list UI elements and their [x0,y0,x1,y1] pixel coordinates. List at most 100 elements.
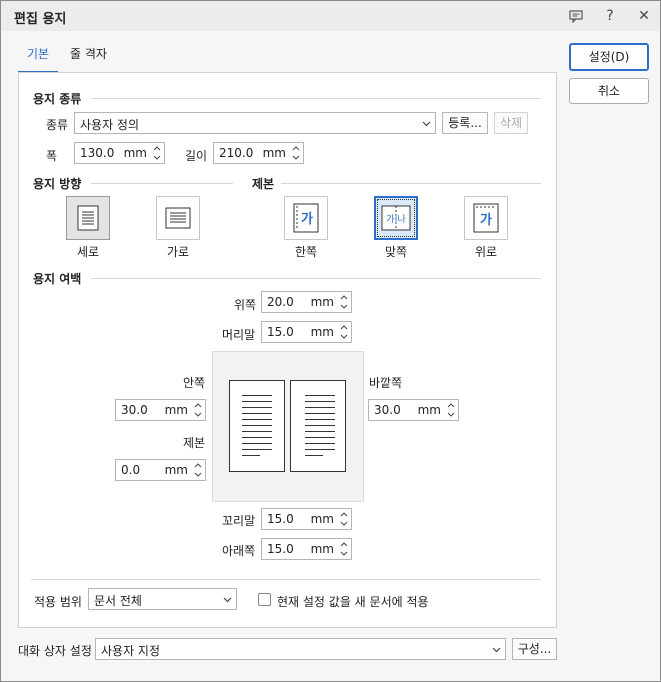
chat-icon[interactable] [566,6,586,26]
portrait-option[interactable] [66,196,110,240]
binding-single-label: 한쪽 [294,245,318,259]
orientation-section-title: 용지 방향 [33,177,82,191]
binding-facing-label: 맞쪽 [384,245,408,259]
inside-margin-value: 30.0 [121,403,148,417]
binding-section-title: 제본 [252,177,275,191]
arrow-up-icon[interactable] [445,401,457,410]
landscape-label: 가로 [166,245,190,259]
unit-label: mm [164,463,188,477]
header-margin-label: 머리말 [222,328,256,342]
binding-facing-option[interactable]: 가|나 [374,196,418,240]
cancel-button[interactable]: 취소 [569,78,649,104]
unit-label: mm [164,403,188,417]
arrow-up-icon[interactable] [338,323,350,332]
height-stepper[interactable]: 210.0 mm [213,142,304,164]
arrow-down-icon[interactable] [290,153,302,162]
footer-margin-stepper[interactable]: 15.0 mm [261,508,352,530]
title-bar: 편집 용지 ? ✕ [1,1,660,31]
register-button[interactable]: 등록... [442,112,488,134]
width-stepper[interactable]: 130.0 mm [74,142,165,164]
arrow-down-icon[interactable] [192,410,204,419]
top-margin-label: 위쪽 [234,298,257,312]
paper-type-select[interactable]: 사용자 정의 [74,112,436,134]
footer-margin-value: 15.0 [267,512,294,526]
ok-button[interactable]: 설정(D) [569,43,649,71]
arrow-up-icon[interactable] [290,144,302,153]
binding-single-option[interactable]: 가 [284,196,328,240]
outside-margin-label: 바깥쪽 [369,376,403,390]
header-margin-stepper[interactable]: 15.0 mm [261,321,352,343]
edit-paper-dialog: 편집 용지 ? ✕ 기본 줄 격자 설정(D) 취소 용지 종류 종류 사용자 … [0,0,661,682]
configure-button[interactable]: 구성... [512,638,557,660]
left-page-preview [229,380,285,472]
gutter-margin-stepper[interactable]: 0.0 mm [115,459,206,481]
arrow-up-icon[interactable] [338,510,350,519]
apply-to-new-docs-label: 현재 설정 값을 새 문서에 적용 [277,595,429,609]
unit-label: mm [310,512,334,526]
section-divider [91,278,541,279]
binding-glyph: 가 [301,212,313,227]
facing-pages-preview [212,351,364,502]
arrow-down-icon[interactable] [338,549,350,558]
facing-glyph: 가|나 [386,214,406,225]
top-margin-stepper[interactable]: 20.0 mm [261,291,352,313]
arrow-up-icon[interactable] [151,144,163,153]
apply-to-new-docs-checkbox[interactable] [258,593,271,606]
gutter-margin-label: 제본 [183,436,206,450]
arrow-down-icon[interactable] [445,410,457,419]
help-icon[interactable]: ? [600,6,620,26]
arrow-down-icon[interactable] [192,470,204,479]
dialog-setting-value: 사용자 지정 [101,644,161,658]
width-label: 폭 [46,149,58,163]
top-margin-value: 20.0 [267,295,294,309]
outside-margin-stepper[interactable]: 30.0 mm [368,399,459,421]
footer-margin-label: 꼬리말 [222,514,256,528]
gutter-margin-value: 0.0 [121,463,141,477]
bottom-margin-label: 아래쪽 [222,544,256,558]
section-divider [91,183,233,184]
paper-type-label: 종류 [46,118,69,132]
arrow-down-icon[interactable] [151,153,163,162]
close-icon[interactable]: ✕ [634,6,654,26]
delete-button[interactable]: 삭제 [494,112,528,134]
height-label: 길이 [185,149,208,163]
apply-scope-label: 적용 범위 [34,595,82,609]
binding-glyph: 가 [480,213,492,228]
arrow-up-icon[interactable] [192,461,204,470]
portrait-label: 세로 [76,245,100,259]
paper-type-section-title: 용지 종류 [33,92,82,106]
right-page-preview [290,380,346,472]
chevron-down-icon [422,117,431,127]
unit-label: mm [262,146,286,160]
section-divider [31,579,541,580]
outside-margin-value: 30.0 [374,403,401,417]
height-value: 210.0 [219,146,254,160]
unit-label: mm [123,146,147,160]
arrow-up-icon[interactable] [192,401,204,410]
tab-basic[interactable]: 기본 [18,43,58,73]
section-divider [91,98,541,99]
binding-top-label: 위로 [474,245,498,259]
arrow-down-icon[interactable] [338,519,350,528]
unit-label: mm [310,295,334,309]
binding-top-option[interactable]: 가 [464,196,508,240]
apply-scope-select[interactable]: 문서 전체 [88,588,237,610]
inside-margin-label: 안쪽 [183,376,206,390]
arrow-up-icon[interactable] [338,540,350,549]
unit-label: mm [310,325,334,339]
unit-label: mm [310,542,334,556]
dialog-setting-select[interactable]: 사용자 지정 [95,638,506,660]
dialog-title: 편집 용지 [14,12,67,27]
width-value: 130.0 [80,146,115,160]
bottom-margin-stepper[interactable]: 15.0 mm [261,538,352,560]
dialog-setting-label: 대화 상자 설정 [18,644,92,658]
arrow-down-icon[interactable] [338,332,350,341]
landscape-option[interactable] [156,196,200,240]
arrow-down-icon[interactable] [338,302,350,311]
header-margin-value: 15.0 [267,325,294,339]
arrow-up-icon[interactable] [338,293,350,302]
section-divider [281,183,541,184]
bottom-margin-value: 15.0 [267,542,294,556]
inside-margin-stepper[interactable]: 30.0 mm [115,399,206,421]
tab-line-grid[interactable]: 줄 격자 [70,43,110,71]
